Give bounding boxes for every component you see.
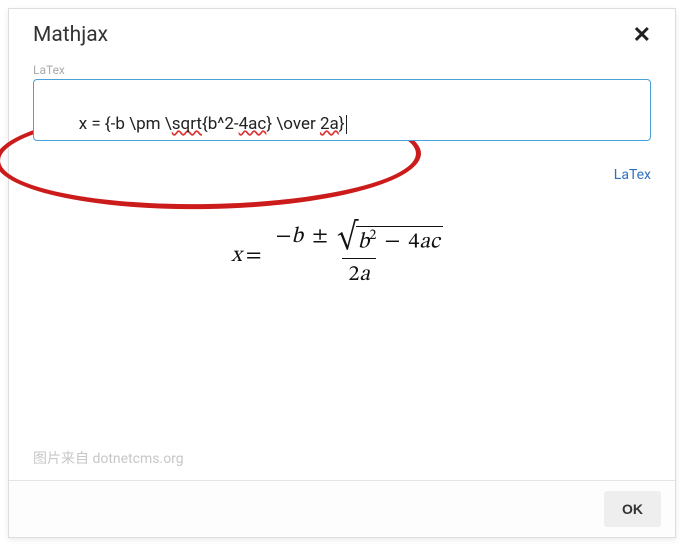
ok-button[interactable]: OK bbox=[604, 491, 661, 527]
close-icon: ✕ bbox=[633, 22, 651, 47]
dialog-footer: OK bbox=[9, 480, 675, 537]
latex-help-link-row: LaTex bbox=[33, 167, 651, 183]
dialog-header: Mathjax ✕ bbox=[9, 9, 675, 55]
rendered-formula: x = −b ± √ b2 − 4ac bbox=[231, 223, 453, 289]
radicand: b2 − 4ac bbox=[356, 226, 443, 256]
fraction: −b ± √ b2 − 4ac bbox=[270, 223, 449, 289]
dialog-body: LaTex x = {-b \pm \sqrt{b^2-4ac} \over 2… bbox=[9, 55, 675, 480]
radical-icon: √ bbox=[337, 227, 358, 248]
close-button[interactable]: ✕ bbox=[629, 24, 655, 46]
latex-help-link[interactable]: LaTex bbox=[614, 167, 651, 183]
latex-field-label: LaTex bbox=[33, 63, 651, 77]
formula-preview: x = −b ± √ b2 − 4ac bbox=[33, 223, 651, 289]
mathjax-dialog: Mathjax ✕ LaTex x = {-b \pm \sqrt{b^2-4a… bbox=[8, 8, 676, 538]
latex-input-wrap: x = {-b \pm \sqrt{b^2-4ac} \over 2a} bbox=[33, 79, 651, 141]
dialog-title: Mathjax bbox=[33, 23, 108, 47]
latex-input[interactable] bbox=[33, 79, 651, 141]
watermark-text: 图片来自 dotnetcms.org bbox=[33, 448, 184, 468]
numerator: −b ± √ b2 − 4ac bbox=[270, 223, 449, 258]
sqrt: √ b2 − 4ac bbox=[337, 226, 443, 256]
denominator: 2a bbox=[342, 258, 375, 289]
